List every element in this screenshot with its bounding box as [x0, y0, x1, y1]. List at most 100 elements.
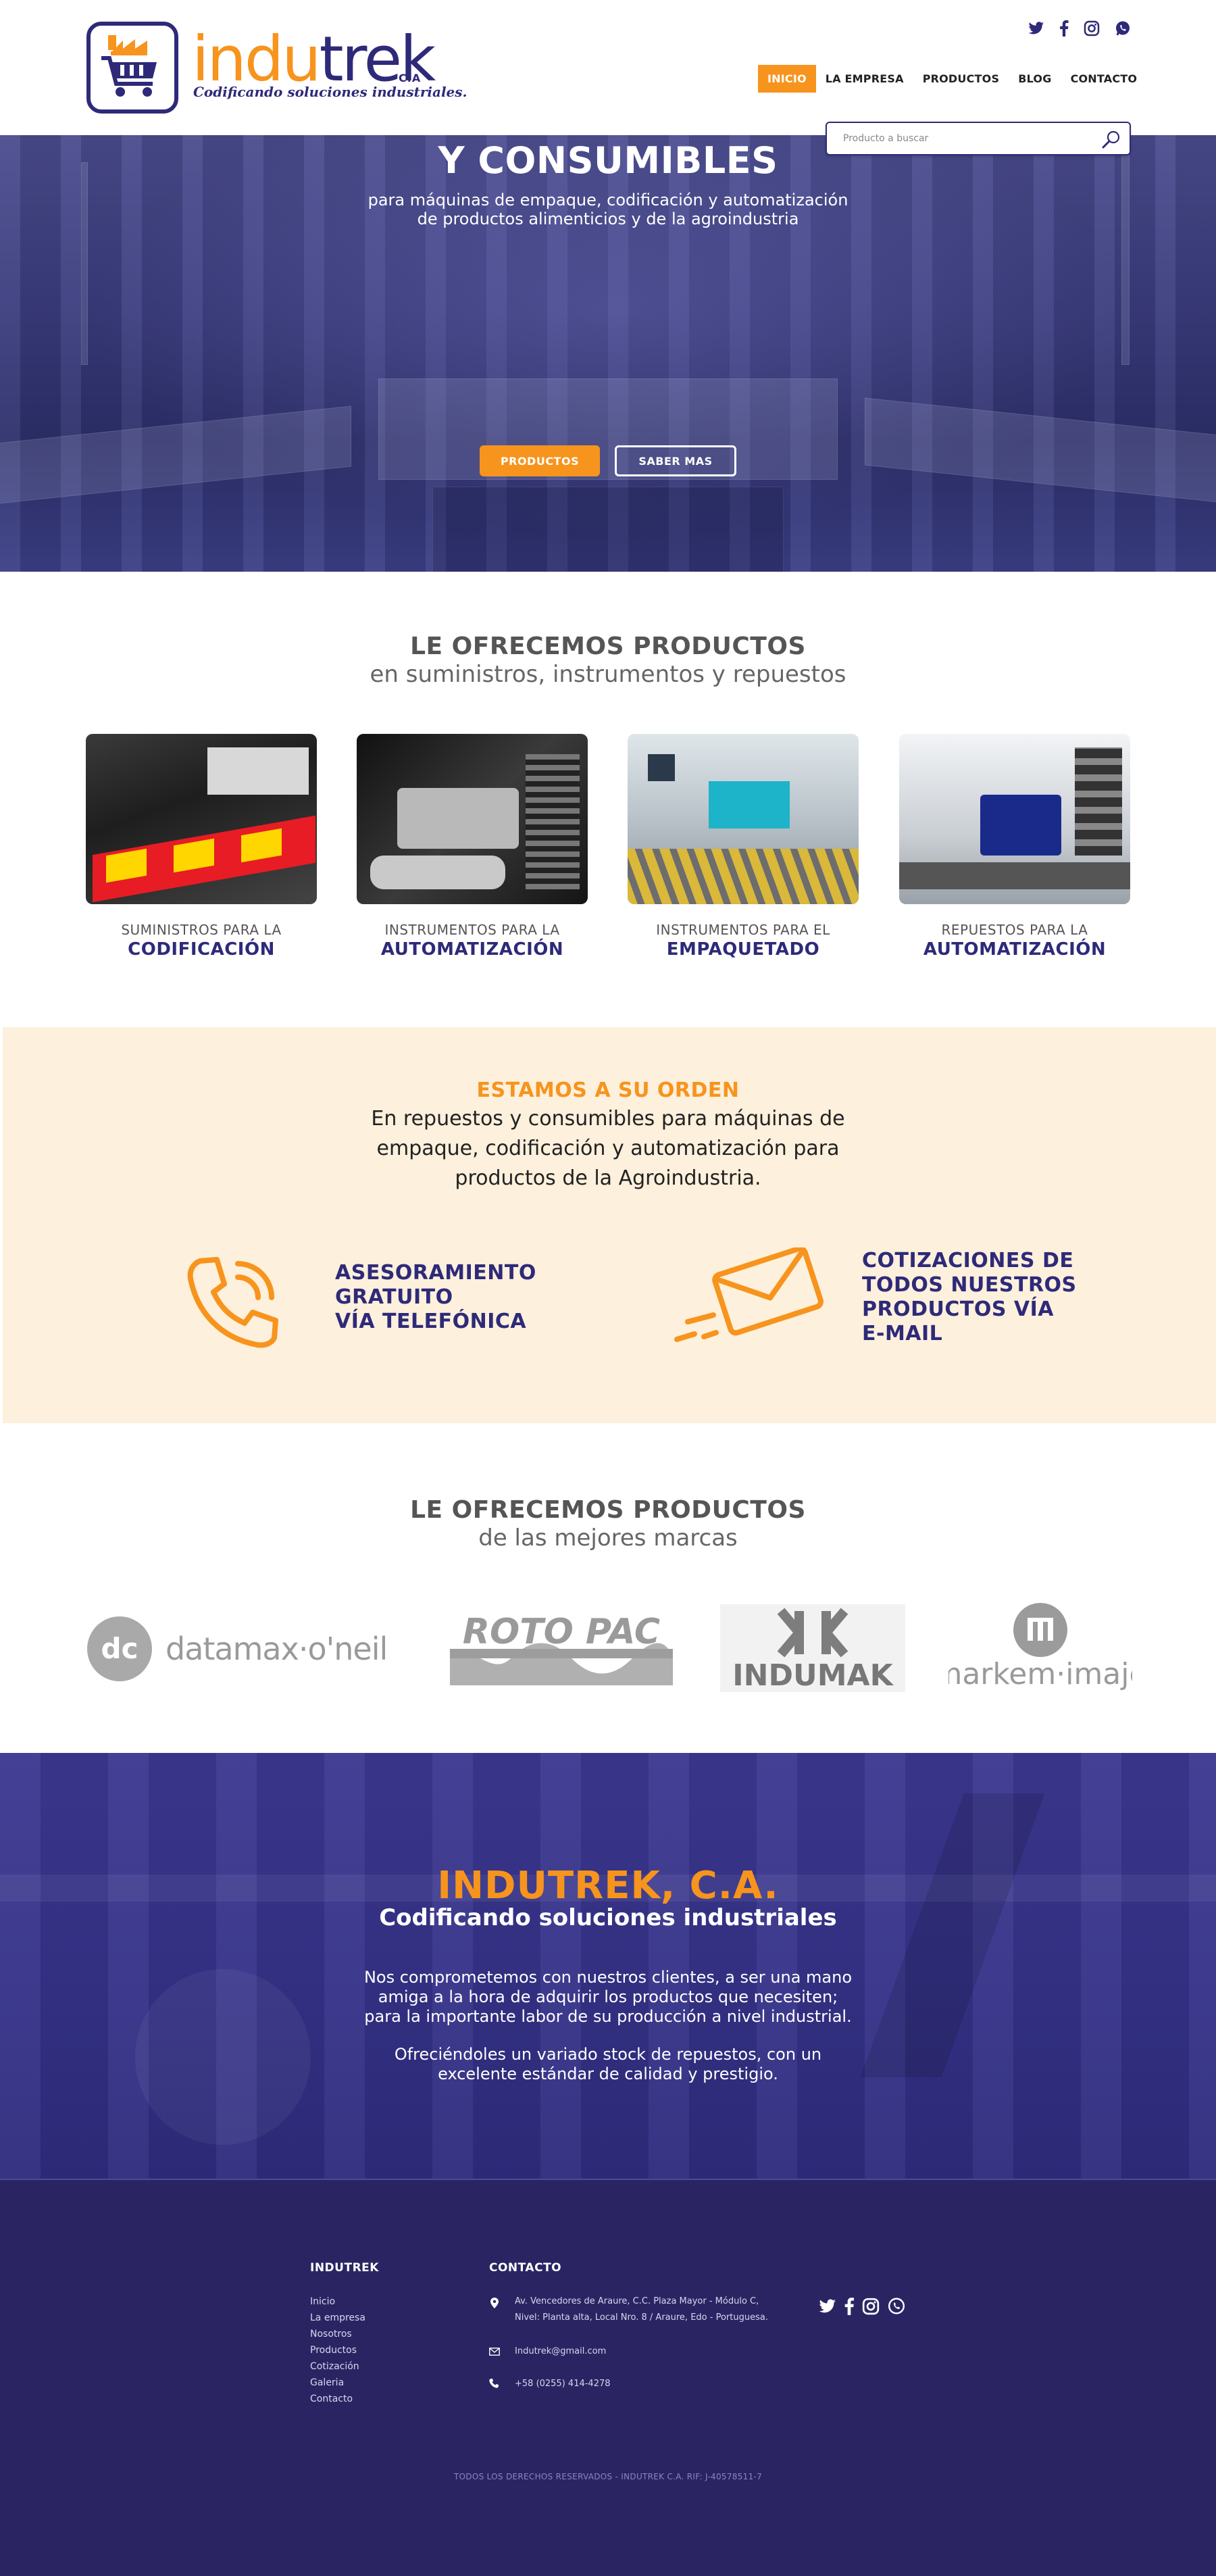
email-service-line: COTIZACIONES DE [862, 1249, 1074, 1272]
product-image-detail [899, 862, 1130, 889]
footer-link-galeria[interactable]: Galeria [310, 2377, 344, 2388]
email-service-line: E-MAIL [862, 1322, 943, 1345]
brand-indumak-logo[interactable]: INDUMAK [720, 1604, 905, 1692]
whatsapp-icon[interactable] [888, 2298, 905, 2315]
brand-tagline: Codificando soluciones industriales. [193, 84, 467, 100]
search-input[interactable] [843, 123, 1086, 154]
company-paragraph-line: para la importante labor de su producció… [364, 2007, 852, 2026]
company-subtitle: Codificando soluciones industriales [379, 1904, 837, 1931]
hero-machine-shape [0, 405, 351, 507]
company-paragraph-line: amiga a la hora de adquirir los producto… [378, 1987, 838, 2006]
facebook-icon[interactable] [1059, 20, 1069, 36]
nav-la-empresa[interactable]: LA EMPRESA [816, 65, 913, 93]
product-image-detail [207, 747, 309, 795]
company-paragraph-line: excelente estándar de calidad y prestigi… [438, 2064, 778, 2083]
nav-blog[interactable]: BLOG [1009, 65, 1061, 93]
footer-email[interactable]: Indutrek@gmail.com [515, 2344, 606, 2360]
footer-link-productos[interactable]: Productos [310, 2345, 357, 2356]
phone-small-icon [489, 2379, 499, 2388]
brand-markem-name: markem·imaje [948, 1657, 1132, 1691]
phone-icon [180, 1247, 288, 1356]
saber-mas-button[interactable]: SABER MAS [615, 445, 736, 476]
nav-inicio[interactable]: INICIO [758, 65, 816, 93]
brand-suffix: C.A [399, 72, 422, 84]
footer-link-nosotros[interactable]: Nosotros [310, 2329, 352, 2339]
location-pin-icon [490, 2298, 499, 2308]
product-image-empaquetado[interactable] [628, 734, 859, 904]
company-bg-shape [135, 1969, 311, 2145]
brand-rotopac-name: ROTO PAC [463, 1612, 660, 1652]
products-button[interactable]: PRODUCTOS [480, 445, 600, 476]
product-caption-main[interactable]: AUTOMATIZACIÓN [357, 939, 588, 960]
products-section-subtitle: en suministros, instrumentos y repuestos [370, 661, 846, 688]
email-service-line: TODOS NUESTROS [862, 1273, 1077, 1297]
product-image-codificacion[interactable] [86, 734, 317, 904]
facebook-icon[interactable] [844, 2298, 854, 2315]
product-caption-main[interactable]: CODIFICACIÓN [86, 939, 317, 960]
product-caption-pre: INSTRUMENTOS PARA EL [656, 922, 830, 938]
footer-link-cotizacion[interactable]: Cotización [310, 2361, 359, 2372]
email-service-label: COTIZACIONES DE TODOS NUESTROS PRODUCTOS… [862, 1249, 1077, 1346]
footer-address-line: Nivel: Planta alta, Local Nro. 8 / Araur… [515, 2312, 768, 2323]
hero-subtitle: para máquinas de empaque, codificación y… [0, 191, 1216, 228]
product-image-automatizacion[interactable] [357, 734, 588, 904]
footer-title-indutrek: INDUTREK [310, 2261, 379, 2275]
twitter-icon[interactable] [1028, 21, 1044, 36]
hero-machine-shape [1121, 149, 1130, 365]
nav-productos[interactable]: PRODUCTOS [913, 65, 1009, 93]
product-image-repuestos[interactable] [899, 734, 1130, 904]
brand-markem-logo[interactable]: markem·imaje [948, 1602, 1132, 1696]
product-image-detail [980, 795, 1061, 856]
company-banner [0, 1753, 1216, 2179]
hero-subtitle-line: para máquinas de empaque, codificación y… [368, 191, 848, 209]
footer-link-contacto[interactable]: Contacto [310, 2394, 353, 2404]
hero-machine-shape [378, 378, 838, 480]
product-image-detail [1075, 747, 1122, 856]
instagram-icon[interactable] [1084, 20, 1100, 36]
main-nav: INICIO LA EMPRESA PRODUCTOS BLOG CONTACT… [758, 65, 1146, 93]
product-image-detail [526, 754, 580, 889]
hero-machine-shape [432, 487, 784, 572]
footer-link-inicio[interactable]: Inicio [310, 2296, 335, 2307]
product-image-detail [370, 856, 505, 889]
product-image-detail [648, 754, 675, 781]
footer-link-la-empresa[interactable]: La empresa [310, 2312, 365, 2323]
company-paragraph: Nos comprometemos con nuestros clientes,… [351, 1968, 865, 2027]
product-caption-pre: INSTRUMENTOS PARA LA [384, 922, 560, 938]
phone-service-line: GRATUITO [335, 1285, 453, 1309]
whatsapp-icon[interactable] [1115, 20, 1131, 36]
company-title: INDUTREK, C.A. [437, 1864, 779, 1908]
service-title: ESTAMOS A SU ORDEN [476, 1079, 740, 1102]
email-service-line: PRODUCTOS VÍA [862, 1297, 1054, 1321]
service-text-line: productos de la Agroindustria. [455, 1166, 761, 1190]
hero-machine-shape [865, 397, 1216, 508]
hero-subtitle-line: de productos alimenticios y de la agroin… [417, 209, 799, 228]
nav-contacto[interactable]: CONTACTO [1061, 65, 1147, 93]
email-envelope-icon [674, 1247, 830, 1349]
company-bg-shape [860, 1793, 1045, 2077]
footer-address: Av. Vencedores de Araure, C.C. Plaza May… [515, 2294, 768, 2326]
footer-phone[interactable]: +58 (0255) 414-4278 [515, 2376, 611, 2392]
search-box [826, 122, 1131, 155]
product-caption-main[interactable]: AUTOMATIZACIÓN [899, 939, 1130, 960]
company-paragraph-line: Nos comprometemos con nuestros clientes,… [363, 1968, 853, 1987]
brand-datamax-logo[interactable]: dc datamax·o'neil [86, 1615, 388, 1683]
phone-service-label: ASESORAMIENTO GRATUITO VÍA TELEFÓNICA [335, 1261, 536, 1334]
footer-address-line: Av. Vencedores de Araure, C.C. Plaza May… [515, 2296, 759, 2306]
mail-icon [489, 2348, 500, 2356]
service-text: En repuestos y consumibles para máquinas… [338, 1104, 878, 1193]
product-image-detail [709, 781, 790, 828]
search-icon[interactable] [1101, 129, 1121, 149]
phone-service-line: ASESORAMIENTO [335, 1261, 536, 1285]
brand-rotopac-logo[interactable]: ROTO PAC [450, 1611, 673, 1685]
company-paragraph-line: Ofreciéndoles un variado stock de repues… [394, 2045, 822, 2064]
brand-indumak-name: INDUMAK [732, 1658, 894, 1692]
service-text-line: En repuestos y consumibles para máquinas… [371, 1107, 845, 1131]
header-social-links [1028, 20, 1131, 36]
instagram-icon[interactable] [862, 2298, 880, 2315]
product-caption-main[interactable]: EMPAQUETADO [628, 939, 859, 960]
footer-social-links [819, 2298, 905, 2315]
twitter-icon[interactable] [819, 2299, 836, 2314]
brand-name[interactable]: indutrek [192, 28, 436, 91]
footer-title-contacto: CONTACTO [489, 2261, 562, 2275]
